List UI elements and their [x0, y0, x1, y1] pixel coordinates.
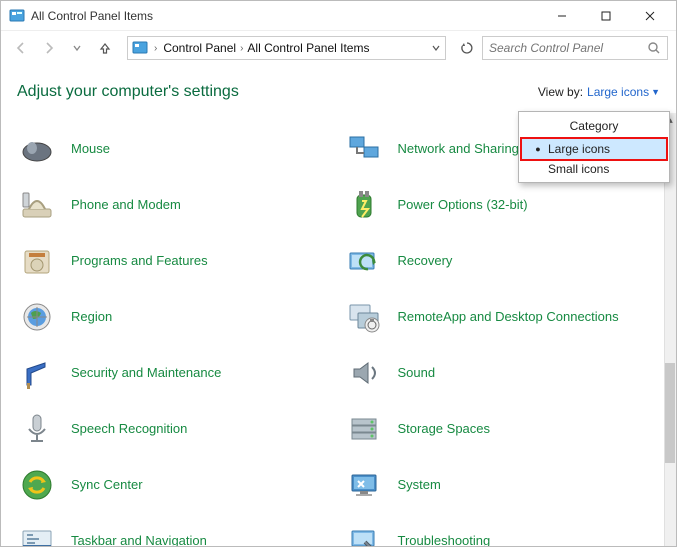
view-by-selector[interactable]: Large icons ▼ [587, 85, 660, 99]
window-title: All Control Panel Items [31, 9, 540, 23]
recent-dropdown[interactable] [65, 36, 89, 60]
items-grid: Mouse Network and Sharing Center Phone a… [17, 129, 660, 546]
taskbar-icon [17, 521, 57, 546]
navigation-bar: › Control Panel › All Control Panel Item… [1, 31, 676, 65]
region-icon [17, 297, 57, 337]
item-speech[interactable]: Speech Recognition [17, 409, 334, 449]
item-sound[interactable]: Sound [344, 353, 661, 393]
bullet-icon: ● [528, 144, 548, 154]
system-icon [344, 465, 384, 505]
maximize-button[interactable] [584, 1, 628, 31]
breadcrumb: Control Panel › All Control Panel Items [163, 41, 425, 55]
up-button[interactable] [93, 36, 117, 60]
item-label: System [398, 477, 441, 493]
chevron-right-icon: › [154, 43, 157, 54]
item-taskbar[interactable]: Taskbar and Navigation [17, 521, 334, 546]
item-power[interactable]: Power Options (32-bit) [344, 185, 661, 225]
speech-icon [17, 409, 57, 449]
view-by-value: Large icons [587, 85, 649, 99]
troubleshoot-icon [344, 521, 384, 546]
forward-button[interactable] [37, 36, 61, 60]
title-bar: All Control Panel Items [1, 1, 676, 31]
item-troubleshoot[interactable]: Troubleshooting [344, 521, 661, 546]
item-label: Security and Maintenance [71, 365, 221, 381]
item-label: Sync Center [71, 477, 143, 493]
breadcrumb-current[interactable]: All Control Panel Items [247, 41, 369, 55]
item-recovery[interactable]: Recovery [344, 241, 661, 281]
item-sync[interactable]: Sync Center [17, 465, 334, 505]
item-region[interactable]: Region [17, 297, 334, 337]
item-system[interactable]: System [344, 465, 661, 505]
remoteapp-icon [344, 297, 384, 337]
view-by-label: View by: [538, 85, 583, 99]
sound-icon [344, 353, 384, 393]
breadcrumb-root[interactable]: Control Panel [163, 41, 236, 55]
programs-icon [17, 241, 57, 281]
item-label: Programs and Features [71, 253, 208, 269]
item-label: Sound [398, 365, 436, 381]
item-label: RemoteApp and Desktop Connections [398, 309, 619, 325]
view-by-control: View by: Large icons ▼ [538, 85, 660, 99]
item-mouse[interactable]: Mouse [17, 129, 334, 169]
address-bar[interactable]: › Control Panel › All Control Panel Item… [127, 36, 446, 60]
phone-icon [17, 185, 57, 225]
security-icon [17, 353, 57, 393]
item-label: Mouse [71, 141, 110, 157]
item-label: Region [71, 309, 112, 325]
content-area: Adjust your computer's settings View by:… [1, 65, 676, 546]
power-icon [344, 185, 384, 225]
view-by-dropdown: Category ● Large icons Small icons [518, 111, 670, 183]
sync-icon [17, 465, 57, 505]
dropdown-option-label: Small icons [548, 162, 609, 176]
chevron-right-icon: › [240, 43, 243, 54]
dropdown-option-label: Large icons [548, 142, 610, 156]
scroll-thumb[interactable] [665, 363, 675, 463]
item-label: Storage Spaces [398, 421, 491, 437]
item-security[interactable]: Security and Maintenance [17, 353, 334, 393]
recovery-icon [344, 241, 384, 281]
refresh-button[interactable] [456, 37, 478, 59]
item-label: Speech Recognition [71, 421, 187, 437]
item-label: Phone and Modem [71, 197, 181, 213]
storage-icon [344, 409, 384, 449]
search-input[interactable] [489, 41, 647, 55]
item-label: Taskbar and Navigation [71, 533, 207, 546]
back-button[interactable] [9, 36, 33, 60]
dropdown-option-small-icons[interactable]: Small icons [522, 159, 666, 179]
item-label: Troubleshooting [398, 533, 491, 546]
minimize-button[interactable] [540, 1, 584, 31]
search-box[interactable] [482, 36, 668, 60]
item-label: Recovery [398, 253, 453, 269]
page-heading: Adjust your computer's settings [17, 83, 239, 101]
search-icon [647, 41, 661, 55]
item-storage[interactable]: Storage Spaces [344, 409, 661, 449]
item-remoteapp[interactable]: RemoteApp and Desktop Connections [344, 297, 661, 337]
item-programs[interactable]: Programs and Features [17, 241, 334, 281]
control-panel-icon [132, 40, 148, 56]
app-icon [9, 8, 25, 24]
chevron-down-icon: ▼ [651, 87, 660, 97]
dropdown-header[interactable]: Category [522, 115, 666, 139]
item-label: Power Options (32-bit) [398, 197, 528, 213]
network-icon [344, 129, 384, 169]
close-button[interactable] [628, 1, 672, 31]
item-phone[interactable]: Phone and Modem [17, 185, 334, 225]
mouse-icon [17, 129, 57, 169]
address-dropdown-icon[interactable] [431, 43, 441, 53]
dropdown-option-large-icons[interactable]: ● Large icons [520, 137, 668, 161]
